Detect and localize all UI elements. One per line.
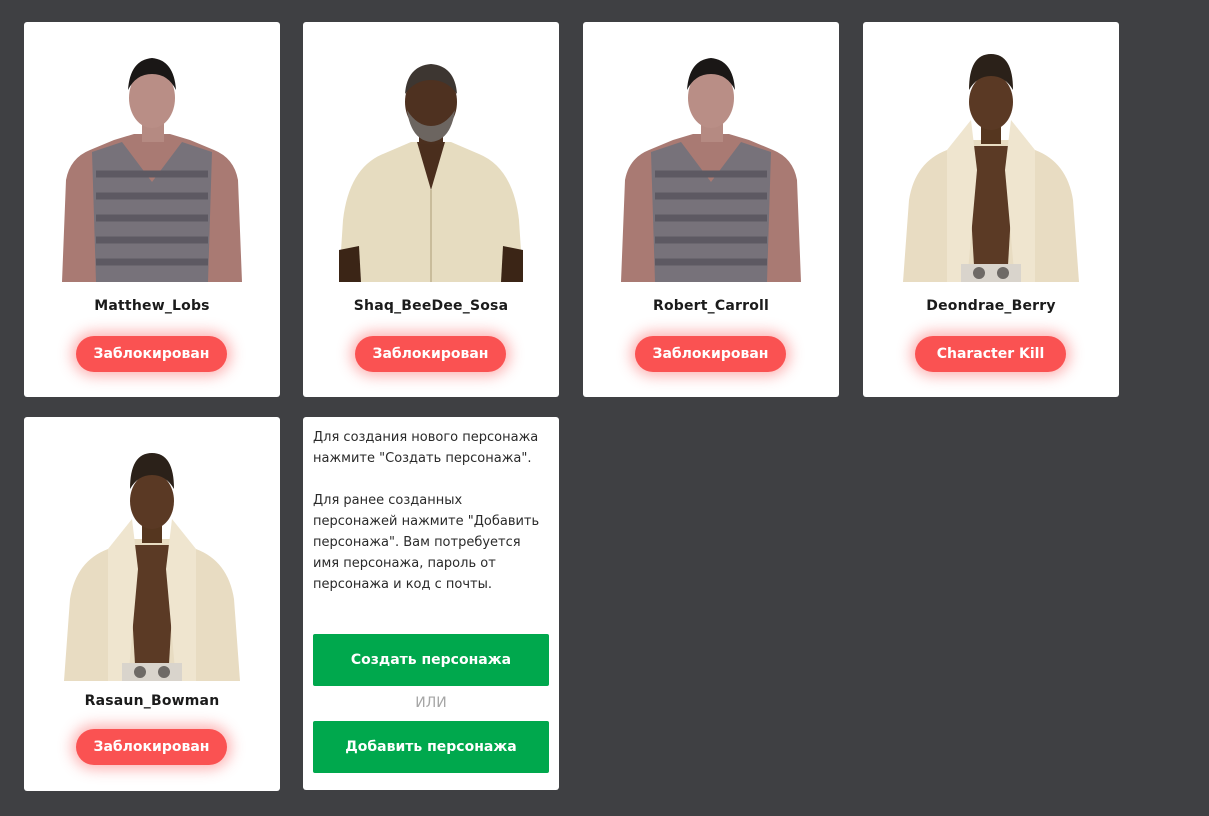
status-badge-button[interactable]: Заблокирован	[76, 729, 227, 765]
character-card[interactable]: Robert_Carroll Заблокирован	[583, 22, 839, 397]
character-card[interactable]: Matthew_Lobs Заблокирован	[24, 22, 280, 397]
add-character-button[interactable]: Добавить персонажа	[313, 721, 549, 773]
create-character-button[interactable]: Создать персонажа	[313, 634, 549, 686]
new-character-panel: Для создания нового персонажа нажмите "С…	[303, 417, 559, 790]
character-avatar-icon	[621, 58, 801, 282]
status-badge-button[interactable]: Заблокирован	[76, 336, 227, 372]
character-avatar-icon	[903, 54, 1079, 282]
status-badge-button[interactable]: Character Kill	[915, 336, 1066, 372]
character-name: Shaq_BeeDee_Sosa	[353, 298, 509, 314]
character-name: Rasaun_Bowman	[84, 693, 220, 709]
status-badge-button[interactable]: Заблокирован	[355, 336, 506, 372]
character-avatar-icon	[339, 64, 523, 282]
status-badge-button[interactable]: Заблокирован	[635, 336, 786, 372]
character-avatar-icon	[64, 453, 240, 681]
or-separator: ИЛИ	[415, 695, 447, 711]
add-instructions: Для ранее созданных персонажей нажмите "…	[313, 493, 540, 592]
character-avatar-icon	[62, 58, 242, 282]
character-name: Matthew_Lobs	[94, 298, 210, 314]
character-name: Deondrae_Berry	[926, 298, 1056, 314]
character-card[interactable]: Shaq_BeeDee_Sosa Заблокирован	[303, 22, 559, 397]
create-instructions: Для создания нового персонажа нажмите "С…	[313, 430, 539, 466]
instructions-text: Для создания нового персонажа нажмите "С…	[313, 427, 549, 595]
character-card[interactable]: Deondrae_Berry Character Kill	[863, 22, 1119, 397]
character-card[interactable]: Rasaun_Bowman Заблокирован	[24, 417, 280, 791]
character-name: Robert_Carroll	[652, 298, 770, 314]
